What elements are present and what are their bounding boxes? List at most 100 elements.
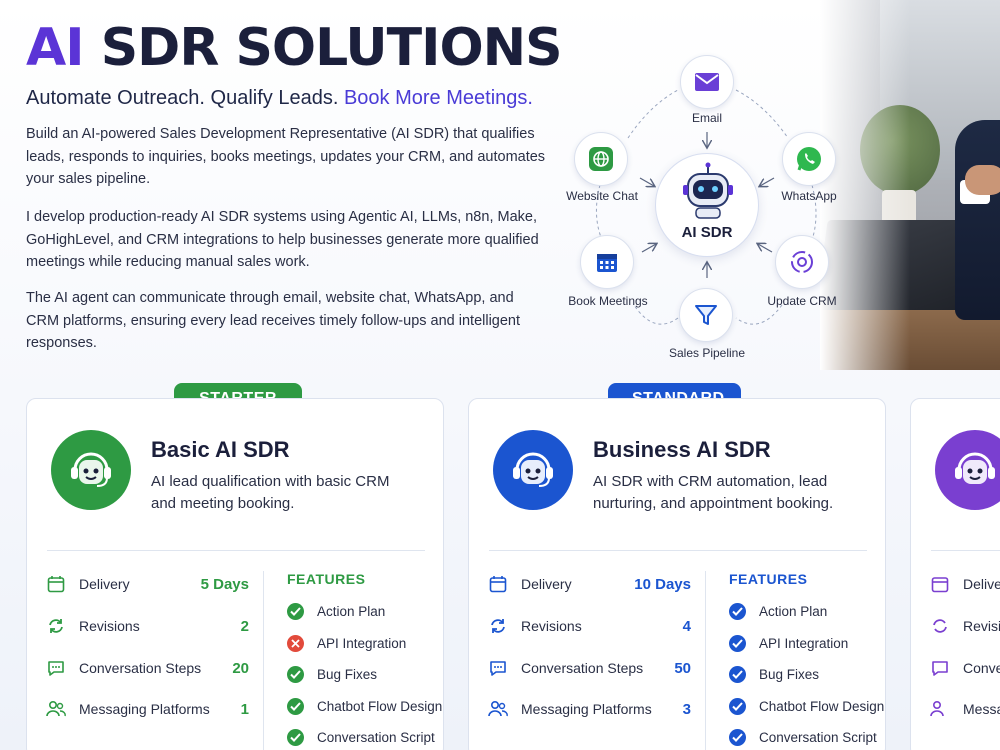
plan-title: Basic AI SDR bbox=[151, 437, 290, 462]
features-heading: FEATURES bbox=[287, 571, 366, 587]
check-icon bbox=[729, 665, 746, 683]
refresh-icon bbox=[45, 615, 67, 637]
stat-label: Messa bbox=[963, 701, 1000, 717]
calendar-icon bbox=[929, 573, 951, 595]
divider bbox=[931, 550, 1000, 551]
support-agent-icon bbox=[493, 430, 573, 510]
page-title: AI SDR SOLUTIONS bbox=[26, 18, 563, 78]
subtitle-main: Automate Outreach. Qualify Leads. bbox=[26, 87, 339, 109]
check-icon bbox=[287, 602, 304, 620]
check-icon bbox=[287, 697, 304, 715]
feature-label: API Integration bbox=[317, 635, 407, 651]
feature-label: Bug Fixes bbox=[759, 666, 820, 682]
feature-label: Chatbot Flow Design bbox=[759, 698, 885, 714]
intro-paragraph: The AI agent can communicate through ema… bbox=[26, 290, 521, 351]
plan-title: Business AI SDR bbox=[593, 437, 771, 462]
divider bbox=[263, 571, 264, 750]
ai-sdr-hub bbox=[655, 153, 759, 257]
feature-label: Bug Fixes bbox=[317, 666, 378, 682]
feature-label: Action Plan bbox=[759, 603, 828, 619]
envelope-icon bbox=[680, 55, 734, 109]
stat-label: Revisions bbox=[521, 618, 582, 634]
chat-icon bbox=[929, 657, 951, 679]
crm-sync-icon bbox=[775, 235, 829, 289]
title-accent: AI bbox=[26, 18, 85, 78]
feature-item: Action Plan bbox=[287, 601, 447, 621]
check-icon bbox=[729, 697, 746, 715]
stat-delivery: Delivery 5 Days bbox=[45, 573, 249, 595]
divider bbox=[47, 550, 425, 551]
node-label-whatsapp: WhatsApp bbox=[781, 189, 837, 203]
feature-item: API Integration bbox=[729, 633, 889, 653]
calendar-icon bbox=[580, 235, 634, 289]
hub-label: AI SDR bbox=[681, 224, 733, 241]
users-icon bbox=[487, 698, 509, 720]
stat-label: Revisions bbox=[79, 618, 140, 634]
feature-item: Chatbot Flow Design bbox=[729, 696, 889, 716]
stat-value: 5 Days bbox=[200, 575, 249, 593]
check-icon bbox=[729, 634, 746, 652]
stat-value: 50 bbox=[674, 659, 691, 677]
stat-label: Revisio bbox=[963, 618, 1000, 634]
plan-description: AI lead qualification with basic CRM and… bbox=[151, 473, 390, 512]
plan-card-starter[interactable]: Basic AI SDR AI lead qualification with … bbox=[26, 398, 444, 750]
feature-item: Bug Fixes bbox=[729, 664, 889, 684]
divider bbox=[489, 550, 867, 551]
stat-messaging-platforms: Messaging Platforms 1 bbox=[45, 698, 249, 720]
node-label-book-meetings: Book Meetings bbox=[568, 294, 648, 308]
title-rest: SDR SOLUTIONS bbox=[100, 18, 563, 78]
stat-conversation-steps: Conve bbox=[929, 657, 1000, 679]
cross-icon bbox=[287, 634, 304, 652]
intro-paragraph: Build an AI-powered Sales Development Re… bbox=[26, 126, 546, 187]
check-icon bbox=[287, 665, 304, 683]
subtitle-accent: Book More Meetings. bbox=[343, 87, 533, 109]
stat-revisions: Revisions 4 bbox=[487, 615, 691, 637]
calendar-icon bbox=[45, 573, 67, 595]
refresh-icon bbox=[487, 615, 509, 637]
whatsapp-icon bbox=[782, 132, 836, 186]
node-label-website-chat: Website Chat bbox=[566, 189, 638, 203]
stat-conversation-steps: Conversation Steps 50 bbox=[487, 657, 691, 679]
chat-icon bbox=[487, 657, 509, 679]
feature-item: Conversation Script bbox=[729, 727, 889, 747]
check-icon bbox=[287, 728, 304, 746]
stat-value: 20 bbox=[232, 659, 249, 677]
feature-item: API Integration bbox=[287, 633, 447, 653]
node-label-sales-pipeline: Sales Pipeline bbox=[668, 346, 746, 360]
feature-item: Conversation Script bbox=[287, 727, 447, 747]
stat-value: 2 bbox=[240, 617, 249, 635]
stat-delivery: Delive bbox=[929, 573, 1000, 595]
feature-label: Conversation Script bbox=[759, 729, 877, 745]
feature-item: Chatbot Flow Design bbox=[287, 696, 447, 716]
check-icon bbox=[729, 728, 746, 746]
plan-card-standard[interactable]: Business AI SDR AI SDR with CRM automati… bbox=[468, 398, 886, 750]
stat-messaging-platforms: Messa bbox=[929, 698, 1000, 720]
stat-label: Delivery bbox=[79, 576, 130, 592]
check-icon bbox=[729, 602, 746, 620]
page: AI SDR SOLUTIONS Automate Outreach. Qual… bbox=[0, 0, 1000, 750]
plan-card-premium[interactable]: Delive Revisio Conve Messa bbox=[910, 398, 1000, 750]
users-icon bbox=[45, 698, 67, 720]
plan-description: AI SDR with CRM automation, lead nurturi… bbox=[593, 473, 834, 512]
stat-label: Messaging Platforms bbox=[521, 701, 652, 717]
chat-icon bbox=[45, 657, 67, 679]
feature-item: Bug Fixes bbox=[287, 664, 447, 684]
globe-chat-icon bbox=[574, 132, 628, 186]
refresh-icon bbox=[929, 615, 951, 637]
support-agent-icon bbox=[51, 430, 131, 510]
intro-paragraph: I develop production-ready AI SDR system… bbox=[26, 209, 539, 270]
stat-revisions: Revisio bbox=[929, 615, 1000, 637]
feature-label: Action Plan bbox=[317, 603, 386, 619]
stat-conversation-steps: Conversation Steps 20 bbox=[45, 657, 249, 679]
features-heading: FEATURES bbox=[729, 571, 808, 587]
robot-icon bbox=[683, 162, 733, 219]
stat-value: 10 Days bbox=[634, 575, 691, 593]
stat-label: Conversation Steps bbox=[79, 660, 202, 676]
node-label-email: Email bbox=[691, 111, 722, 125]
stat-label: Conversation Steps bbox=[521, 660, 644, 676]
stat-label: Delivery bbox=[521, 576, 572, 592]
feature-label: Chatbot Flow Design bbox=[317, 698, 443, 714]
stat-revisions: Revisions 2 bbox=[45, 615, 249, 637]
stat-delivery: Delivery 10 Days bbox=[487, 573, 691, 595]
feature-label: Conversation Script bbox=[317, 729, 435, 745]
